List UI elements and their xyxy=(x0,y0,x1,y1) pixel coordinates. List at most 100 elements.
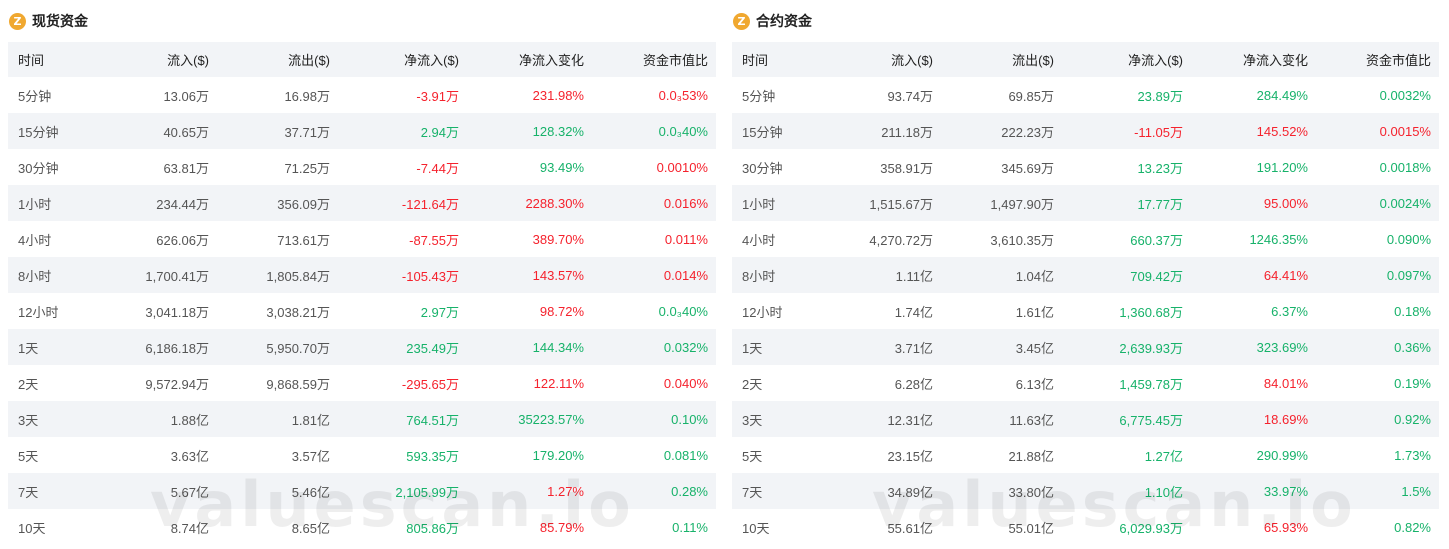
cell-time: 8小时 xyxy=(8,257,103,293)
column-header-time: 时间 xyxy=(732,42,827,77)
table-header-row: 时间 流入($) 流出($) 净流入($) 净流入变化 资金市值比 xyxy=(732,42,1439,77)
cell-outflow: 6.13亿 xyxy=(941,365,1062,401)
cell-inflow: 1,515.67万 xyxy=(827,185,941,221)
cell-outflow: 345.69万 xyxy=(941,149,1062,185)
cell-outflow: 1,497.90万 xyxy=(941,185,1062,221)
cell-cap-ratio: 0.0024% xyxy=(1316,185,1439,221)
cell-net-change: 145.52% xyxy=(1191,113,1316,149)
cell-cap-ratio: 0.014% xyxy=(592,257,716,293)
cell-net-change: 191.20% xyxy=(1191,149,1316,185)
cell-net-inflow: 1,459.78万 xyxy=(1062,365,1191,401)
cell-net-change: 33.97% xyxy=(1191,473,1316,509)
spot-panel-header: Z 现货资金 xyxy=(8,0,716,42)
cell-net-inflow: 1.10亿 xyxy=(1062,473,1191,509)
cell-inflow: 55.61亿 xyxy=(827,509,941,545)
cell-cap-ratio: 0.36% xyxy=(1316,329,1439,365)
cell-time: 7天 xyxy=(732,473,827,509)
cell-time: 1小时 xyxy=(8,185,103,221)
table-row: 12小时 3,041.18万 3,038.21万 2.97万 98.72% 0.0₃40% xyxy=(8,293,716,329)
cell-net-inflow: 1,360.68万 xyxy=(1062,293,1191,329)
column-header-net-inflow: 净流入($) xyxy=(1062,42,1191,77)
table-row: 7天 34.89亿 33.80亿 1.10亿 33.97% 1.5% xyxy=(732,473,1439,509)
cell-cap-ratio: 0.0₃53% xyxy=(592,77,716,113)
cell-time: 10天 xyxy=(732,509,827,545)
cell-net-change: 144.34% xyxy=(467,329,592,365)
cell-cap-ratio: 0.10% xyxy=(592,401,716,437)
cell-net-change: 84.01% xyxy=(1191,365,1316,401)
cell-outflow: 37.71万 xyxy=(217,113,338,149)
spot-funds-table: 时间 流入($) 流出($) 净流入($) 净流入变化 资金市值比 5分钟 13.… xyxy=(8,42,716,545)
table-row: 10天 8.74亿 8.65亿 805.86万 85.79% 0.11% xyxy=(8,509,716,545)
cell-net-change: 1.27% xyxy=(467,473,592,509)
cell-net-inflow: 17.77万 xyxy=(1062,185,1191,221)
cell-cap-ratio: 0.032% xyxy=(592,329,716,365)
cell-outflow: 71.25万 xyxy=(217,149,338,185)
cell-time: 5分钟 xyxy=(8,77,103,113)
cell-outflow: 3,038.21万 xyxy=(217,293,338,329)
cell-cap-ratio: 0.0032% xyxy=(1316,77,1439,113)
cell-net-change: 290.99% xyxy=(1191,437,1316,473)
cell-net-inflow: -121.64万 xyxy=(338,185,467,221)
table-row: 8小时 1.11亿 1.04亿 709.42万 64.41% 0.097% xyxy=(732,257,1439,293)
cell-cap-ratio: 0.0010% xyxy=(592,149,716,185)
cell-net-change: 64.41% xyxy=(1191,257,1316,293)
cell-outflow: 1.81亿 xyxy=(217,401,338,437)
table-row: 1天 6,186.18万 5,950.70万 235.49万 144.34% 0.032% xyxy=(8,329,716,365)
cell-cap-ratio: 0.097% xyxy=(1316,257,1439,293)
cell-net-inflow: 709.42万 xyxy=(1062,257,1191,293)
cell-time: 7天 xyxy=(8,473,103,509)
cell-net-inflow: -7.44万 xyxy=(338,149,467,185)
cell-net-inflow: 2,105.99万 xyxy=(338,473,467,509)
cell-cap-ratio: 0.011% xyxy=(592,221,716,257)
contract-funds-table: 时间 流入($) 流出($) 净流入($) 净流入变化 资金市值比 5分钟 93.… xyxy=(732,42,1439,545)
cell-net-inflow: 660.37万 xyxy=(1062,221,1191,257)
table-row: 4小时 4,270.72万 3,610.35万 660.37万 1246.35% 0.09… xyxy=(732,221,1439,257)
cell-net-change: 231.98% xyxy=(467,77,592,113)
cell-time: 30分钟 xyxy=(732,149,827,185)
cell-outflow: 9,868.59万 xyxy=(217,365,338,401)
contract-funds-panel: Z 合约资金 时间 流入($) 流出($) 净流入($) 净流入变化 资金市值比… xyxy=(732,0,1439,545)
cell-time: 3天 xyxy=(8,401,103,437)
cell-net-change: 128.32% xyxy=(467,113,592,149)
cell-inflow: 626.06万 xyxy=(103,221,217,257)
cell-cap-ratio: 0.016% xyxy=(592,185,716,221)
cell-net-inflow: 13.23万 xyxy=(1062,149,1191,185)
cell-cap-ratio: 0.82% xyxy=(1316,509,1439,545)
cell-net-change: 18.69% xyxy=(1191,401,1316,437)
cell-inflow: 13.06万 xyxy=(103,77,217,113)
table-row: 30分钟 358.91万 345.69万 13.23万 191.20% 0.0018% xyxy=(732,149,1439,185)
cell-outflow: 11.63亿 xyxy=(941,401,1062,437)
cell-inflow: 93.74万 xyxy=(827,77,941,113)
cell-time: 15分钟 xyxy=(8,113,103,149)
cell-inflow: 234.44万 xyxy=(103,185,217,221)
column-header-net-change: 净流入变化 xyxy=(467,42,592,77)
cell-time: 30分钟 xyxy=(8,149,103,185)
contract-table-body: 5分钟 93.74万 69.85万 23.89万 284.49% 0.0032% 15分钟 2… xyxy=(732,77,1439,545)
cell-net-inflow: 593.35万 xyxy=(338,437,467,473)
cell-inflow: 1,700.41万 xyxy=(103,257,217,293)
cell-net-change: 323.69% xyxy=(1191,329,1316,365)
table-row: 4小时 626.06万 713.61万 -87.55万 389.70% 0.011% xyxy=(8,221,716,257)
cell-inflow: 34.89亿 xyxy=(827,473,941,509)
table-row: 5分钟 93.74万 69.85万 23.89万 284.49% 0.0032% xyxy=(732,77,1439,113)
cell-outflow: 69.85万 xyxy=(941,77,1062,113)
table-row: 2天 6.28亿 6.13亿 1,459.78万 84.01% 0.19% xyxy=(732,365,1439,401)
cell-net-inflow: 23.89万 xyxy=(1062,77,1191,113)
cell-net-change: 143.57% xyxy=(467,257,592,293)
cell-net-inflow: 1.27亿 xyxy=(1062,437,1191,473)
column-header-cap-ratio: 资金市值比 xyxy=(592,42,716,77)
coin-icon: Z xyxy=(733,12,750,30)
cell-inflow: 3.63亿 xyxy=(103,437,217,473)
cell-time: 1天 xyxy=(8,329,103,365)
coin-icon: Z xyxy=(9,12,26,30)
cell-cap-ratio: 0.040% xyxy=(592,365,716,401)
cell-net-change: 2288.30% xyxy=(467,185,592,221)
cell-time: 12小时 xyxy=(8,293,103,329)
cell-time: 2天 xyxy=(8,365,103,401)
column-header-net-inflow: 净流入($) xyxy=(338,42,467,77)
cell-cap-ratio: 1.5% xyxy=(1316,473,1439,509)
column-header-outflow: 流出($) xyxy=(941,42,1062,77)
cell-net-inflow: -87.55万 xyxy=(338,221,467,257)
table-row: 12小时 1.74亿 1.61亿 1,360.68万 6.37% 0.18% xyxy=(732,293,1439,329)
cell-inflow: 3,041.18万 xyxy=(103,293,217,329)
